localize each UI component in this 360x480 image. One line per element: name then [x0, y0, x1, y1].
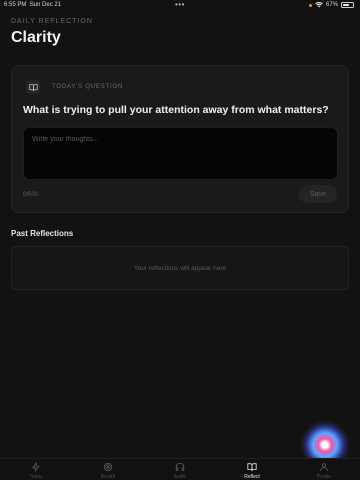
- tab-label: Audio: [173, 474, 187, 480]
- battery-level: [342, 3, 350, 7]
- past-reflections-title: Past Reflections: [11, 229, 74, 238]
- tab-label: Today: [29, 474, 43, 480]
- multitasking-dots-icon[interactable]: •••: [175, 0, 185, 9]
- target-icon: [103, 462, 113, 472]
- book-icon: [26, 80, 40, 94]
- lightning-icon: [32, 462, 40, 472]
- tab-bar: Today Breath Audio Reflect Profile: [0, 458, 360, 480]
- tab-audio[interactable]: Audio: [160, 462, 200, 480]
- tab-today[interactable]: Today: [16, 462, 56, 480]
- save-button[interactable]: Save: [299, 185, 337, 203]
- status-date: Sun Dec 21: [29, 2, 62, 8]
- mic-indicator-icon: [308, 3, 312, 7]
- tab-breath[interactable]: Breath: [88, 462, 128, 480]
- headphones-icon: [175, 462, 185, 472]
- daily-question: What is trying to pull your attention aw…: [23, 104, 329, 116]
- past-reflections-empty-state: Your reflections will appear here: [11, 246, 349, 290]
- book-icon: [247, 463, 257, 472]
- person-icon: [320, 463, 328, 472]
- page-eyebrow: DAILY REFLECTION: [11, 18, 93, 25]
- tab-profile[interactable]: Profile: [304, 462, 344, 480]
- reflection-input-placeholder: Write your thoughts...: [32, 136, 99, 143]
- question-card-eyebrow: TODAY'S QUESTION: [52, 84, 124, 90]
- question-card: TODAY'S QUESTION What is trying to pull …: [11, 65, 349, 213]
- tab-label: Reflect: [244, 474, 260, 480]
- reflection-input[interactable]: Write your thoughts...: [23, 127, 338, 180]
- character-counter: 0/500: [23, 192, 39, 198]
- status-time: 6:55 PM Sun Dec 21: [4, 2, 61, 8]
- status-clock: 6:55 PM: [4, 2, 27, 8]
- question-card-header: TODAY'S QUESTION: [26, 80, 123, 94]
- tab-label: Breath: [100, 474, 116, 480]
- battery-icon: [341, 2, 354, 8]
- tab-reflect[interactable]: Reflect: [232, 462, 272, 480]
- page-title: Clarity: [11, 29, 61, 46]
- status-bar: 6:55 PM Sun Dec 21 ••• 67%: [0, 0, 360, 10]
- wifi-icon: [315, 2, 323, 8]
- battery-percent: 67%: [325, 2, 338, 8]
- status-indicators: 67%: [308, 2, 354, 8]
- tab-label: Profile: [316, 474, 332, 480]
- empty-state-text: Your reflections will appear here: [133, 264, 227, 272]
